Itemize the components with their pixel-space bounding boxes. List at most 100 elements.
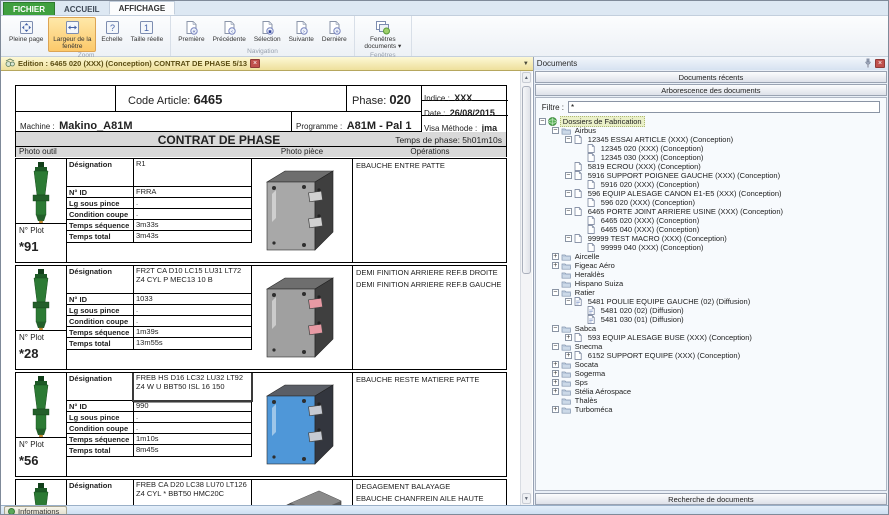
tree-item-99999-test-macro-xxx-conception[interactable]: −99999 TEST MACRO (XXX) (Conception) (536, 234, 886, 243)
tree-item-aircelle[interactable]: +Aircelle (536, 252, 886, 261)
expand-icon[interactable]: + (552, 262, 559, 269)
tree-item-hispano-suiza[interactable]: Hispano Suiza (536, 279, 886, 288)
collapse-icon[interactable]: − (539, 118, 546, 125)
expand-icon[interactable]: + (552, 379, 559, 386)
tree-item-sogerma[interactable]: +Sogerma (536, 369, 886, 378)
collapse-icon[interactable]: − (552, 289, 559, 296)
tree-item-sps[interactable]: +Sps (536, 378, 886, 387)
expand-icon[interactable]: + (565, 334, 572, 341)
pleine-page-button[interactable]: Pleine page (6, 17, 46, 52)
tree-item-596-020-xxx-conception[interactable]: 596 020 (XXX) (Conception) (536, 198, 886, 207)
arborescence-label: Arborescence des documents (661, 86, 760, 95)
pin-icon[interactable] (864, 58, 872, 70)
collapse-icon[interactable]: − (565, 235, 572, 242)
scroll-up-icon[interactable]: ▲ (522, 72, 531, 83)
expand-icon[interactable]: + (552, 370, 559, 377)
full-page-icon (19, 19, 34, 36)
tree-item-5916-support-poignee-gauche-xxx-conception[interactable]: −5916 SUPPORT POIGNEE GAUCHE (XXX) (Conc… (536, 171, 886, 180)
largeur-de-la-fen-tre-button[interactable]: Largeur de la fenêtre (48, 17, 96, 52)
tree-item-socata[interactable]: +Socata (536, 360, 886, 369)
premi-re-button[interactable]: «Première (175, 17, 207, 48)
filter-row: Filtre : (536, 98, 886, 116)
tree-item-thal-s[interactable]: Thalès (536, 396, 886, 405)
scrollbar-track[interactable] (521, 84, 532, 492)
filter-input[interactable] (568, 101, 880, 113)
tree-item-5916-020-xxx-conception[interactable]: 5916 020 (XXX) (Conception) (536, 180, 886, 189)
collapse-icon[interactable]: − (565, 190, 572, 197)
detail-value: . (134, 316, 251, 326)
close-document-icon[interactable]: × (250, 59, 260, 68)
collapse-icon[interactable]: − (565, 136, 572, 143)
tree-item-figeac-a-ro[interactable]: +Figeac Aéro (536, 261, 886, 270)
programme-value: A81M - Pal 1 (347, 120, 412, 132)
date-value: 26/08/2015 (450, 108, 495, 118)
tree-item-airbus[interactable]: −Airbus (536, 126, 886, 135)
vertical-scrollbar[interactable]: ▲ ▼ (520, 71, 532, 505)
tree-item-12345-020-xxx-conception[interactable]: 12345 020 (XXX) (Conception) (536, 144, 886, 153)
expand-icon[interactable]: + (552, 361, 559, 368)
visa-label: Visa Méthode : (424, 124, 477, 132)
doc-icon (574, 162, 584, 171)
detail-value-selected[interactable]: FREB HS D16 LC32 LU32 LT92 Z4 W U BBT50 … (134, 373, 251, 400)
informations-tab[interactable]: Informations (4, 506, 67, 515)
tree-item-12345-essai-article-xxx-conception[interactable]: −12345 ESSAI ARTICLE (XXX) (Conception) (536, 135, 886, 144)
tree-item-turbom-ca[interactable]: +Turboméca (536, 405, 886, 414)
detail-label: Temps total (67, 231, 134, 242)
tree-item-6465-porte-joint-arriere-usine-xxx-conception[interactable]: −6465 PORTE JOINT ARRIERE USINE (XXX) (C… (536, 207, 886, 216)
detail-value: R1 (134, 159, 251, 186)
folder-icon (561, 387, 571, 396)
machine-value: Makino_A81M (59, 120, 132, 132)
collapse-icon[interactable]: − (565, 298, 572, 305)
collapse-icon[interactable]: − (552, 127, 559, 134)
tree-item-5481-020-02-diffusion[interactable]: 5481 020 (02) (Diffusion) (536, 306, 886, 315)
scrollbar-thumb[interactable] (522, 86, 531, 274)
tree-item-herakl-s[interactable]: Heraklès (536, 270, 886, 279)
folder-icon (561, 324, 571, 333)
scroll-down-icon[interactable]: ▼ (522, 493, 531, 504)
document-tab[interactable]: Edition : 6465 020 (XXX) (Conception) CO… (5, 55, 260, 73)
detail-label: Condition coupe (67, 423, 134, 433)
tree-item-6152-support-equipe-xxx-conception[interactable]: +6152 SUPPORT EQUIPE (XXX) (Conception) (536, 351, 886, 360)
document-viewer: Edition : 6465 020 (XXX) (Conception) CO… (1, 57, 533, 505)
documents-recents-bar[interactable]: Documents récents (535, 71, 887, 83)
expand-icon[interactable]: + (552, 253, 559, 260)
echelle-button[interactable]: ?Echelle (98, 17, 125, 52)
tree-item-sabca[interactable]: −Sabca (536, 324, 886, 333)
ribbon-tab-accueil[interactable]: ACCUEIL (55, 3, 109, 15)
plot-cell: N° Plot*28 (16, 330, 66, 363)
tree-item-st-lia-a-rospace[interactable]: +Stélia Aérospace (536, 387, 886, 396)
ribbon-tab-affichage[interactable]: AFFICHAGE (109, 1, 176, 15)
suivante-button[interactable]: ›Suivante (286, 17, 317, 48)
s-lection-button[interactable]: ▪Sélection (251, 17, 284, 48)
tree-item-6465-040-xxx-conception[interactable]: 6465 040 (XXX) (Conception) (536, 225, 886, 234)
close-panel-icon[interactable]: × (875, 59, 885, 68)
tree-item-5481-030-01-diffusion[interactable]: 5481 030 (01) (Diffusion) (536, 315, 886, 324)
collapse-icon[interactable]: − (565, 172, 572, 179)
tree-item-5819-ecrou-xxx-conception[interactable]: 5819 ECROU (XXX) (Conception) (536, 162, 886, 171)
tree-item-snecma[interactable]: −Snecma (536, 342, 886, 351)
expand-icon[interactable]: + (552, 406, 559, 413)
collapse-icon[interactable]: − (552, 325, 559, 332)
fen-tres-documents-button[interactable]: Fenêtres documents ▾ (359, 17, 407, 52)
tree-item-dossiers-de-fabrication[interactable]: −Dossiers de Fabrication (536, 117, 886, 126)
tree-item-12345-030-xxx-conception[interactable]: 12345 030 (XXX) (Conception) (536, 153, 886, 162)
collapse-icon[interactable]: − (552, 343, 559, 350)
document-tab-bar: Edition : 6465 020 (XXX) (Conception) CO… (1, 57, 533, 71)
tree-item-6465-020-xxx-conception[interactable]: 6465 020 (XXX) (Conception) (536, 216, 886, 225)
tree-item-5481-poulie-equipe-gauche-02-diffusion[interactable]: −5481 POULIE EQUIPE GAUCHE (02) (Diffusi… (536, 297, 886, 306)
taille-r-elle-button[interactable]: 1Taille réelle (128, 17, 167, 52)
tab-list-dropdown-icon[interactable]: ▼ (523, 61, 529, 67)
pr-c-dente-button[interactable]: ‹Précédente (210, 17, 249, 48)
tree-item-ratier[interactable]: −Ratier (536, 288, 886, 297)
derni-re-button[interactable]: »Dernière (319, 17, 350, 48)
arborescence-bar[interactable]: Arborescence des documents (535, 84, 887, 96)
expand-icon[interactable]: + (565, 352, 572, 359)
tree-item-596-equip-alesage-canon-e1-e5-xxx-conception[interactable]: −596 EQUIP ALESAGE CANON E1-E5 (XXX) (Co… (536, 189, 886, 198)
collapse-icon[interactable]: − (565, 208, 572, 215)
tree-item-593-equip-alesage-buse-xxx-conception[interactable]: +593 EQUIP ALESAGE BUSE (XXX) (Conceptio… (536, 333, 886, 342)
expand-icon[interactable]: + (552, 388, 559, 395)
detail-row: Condition coupe. (67, 209, 251, 220)
tree-item-99999-040-xxx-conception[interactable]: 99999 040 (XXX) (Conception) (536, 243, 886, 252)
recherche-documents-bar[interactable]: Recherche de documents (535, 493, 887, 505)
ribbon-tab-fichier[interactable]: FICHIER (3, 2, 55, 15)
